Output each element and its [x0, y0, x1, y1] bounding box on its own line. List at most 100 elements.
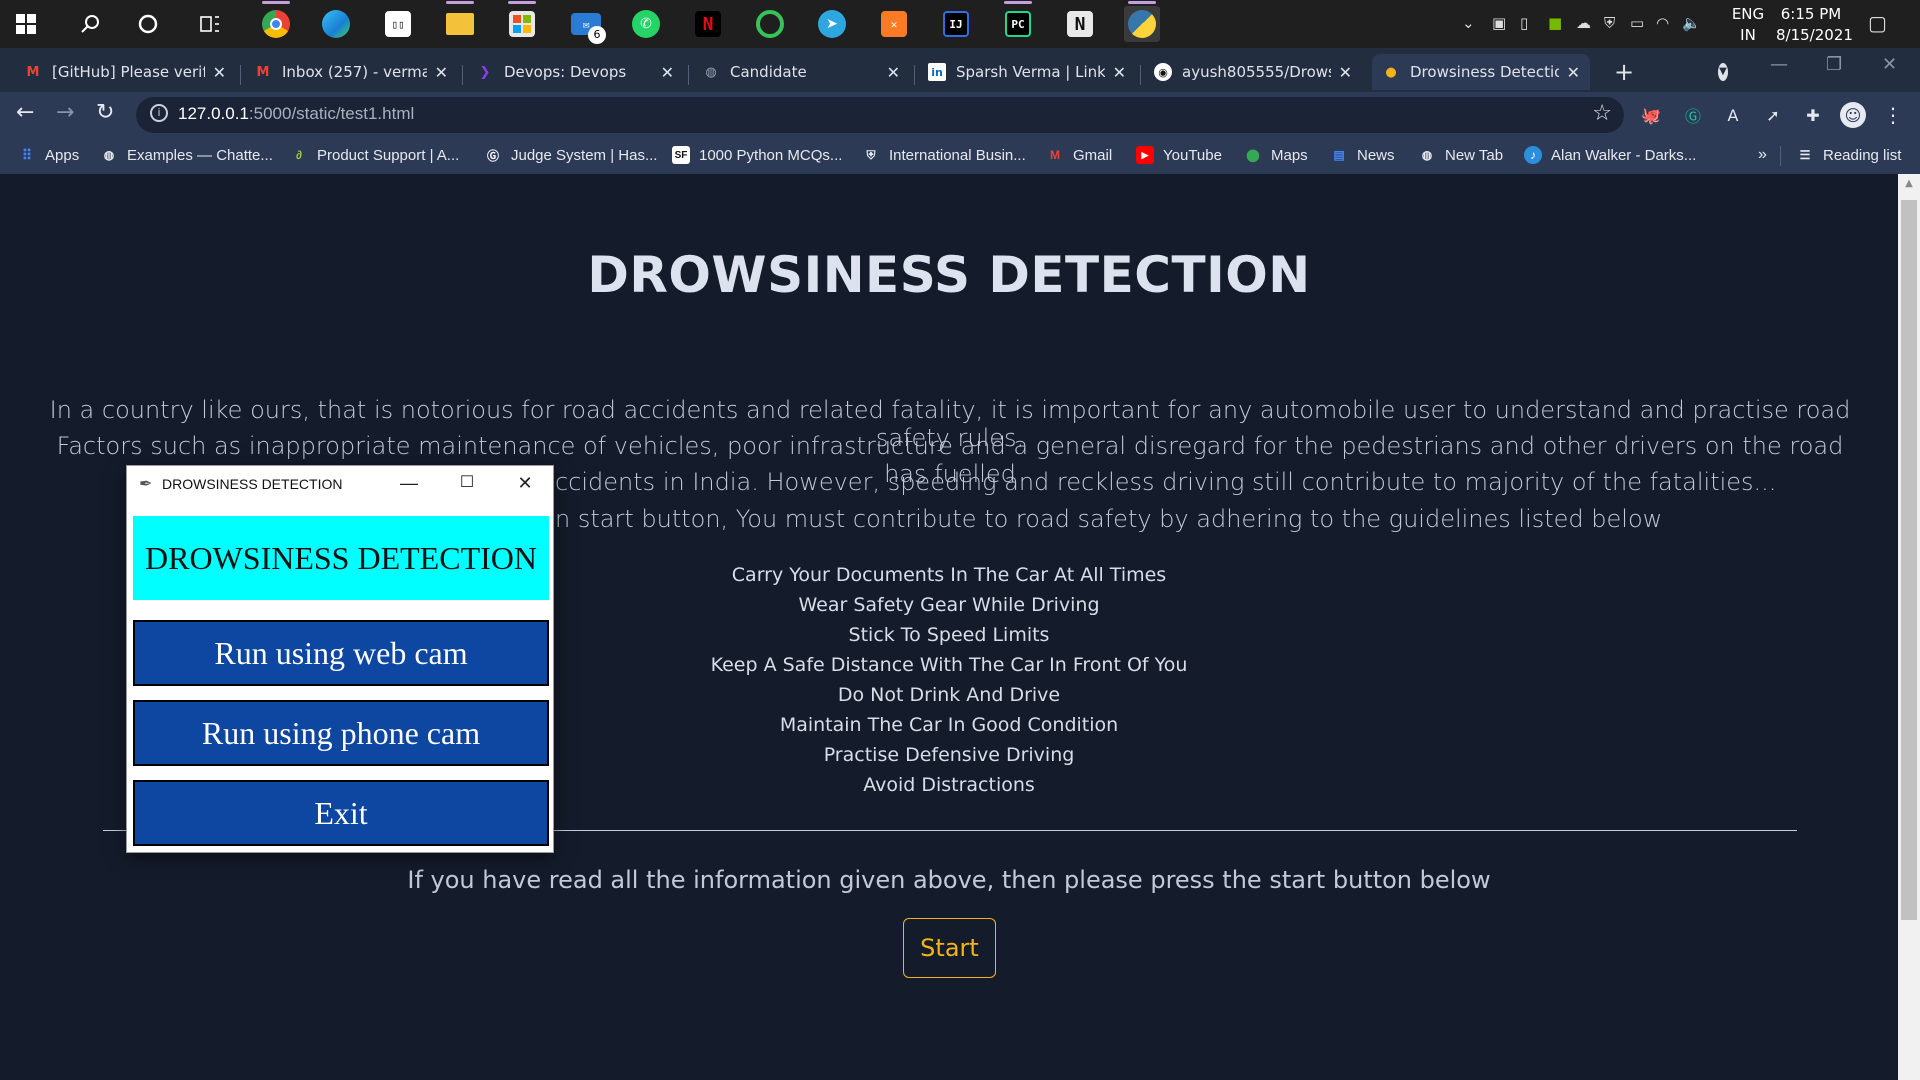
- reload-icon[interactable]: ↻: [96, 100, 114, 125]
- window-titlebar[interactable]: ✒ DROWSINESS DETECTION — ☐ ✕: [127, 466, 553, 502]
- clock[interactable]: 6:15 PM 8/15/2021: [1776, 4, 1853, 46]
- back-icon[interactable]: ←: [16, 100, 34, 125]
- bookmark-new-tab[interactable]: ◍ New Tab: [1418, 146, 1503, 164]
- bookmark-gmail[interactable]: M Gmail: [1046, 146, 1112, 164]
- bookmark-product-support[interactable]: ∂ Product Support | A...: [290, 146, 459, 164]
- bookmark-alan-walker[interactable]: ♪ Alan Walker - Darks...: [1524, 146, 1696, 164]
- close-icon[interactable]: ✕: [1113, 63, 1126, 82]
- intellij-icon[interactable]: IJ: [938, 6, 974, 42]
- bookmark-news[interactable]: ▤ News: [1330, 146, 1395, 164]
- tab-candidate[interactable]: ◍ Candidate ✕: [692, 54, 910, 90]
- cursor-extension-icon[interactable]: ➚: [1760, 102, 1786, 128]
- chevron-up-icon[interactable]: ⌄: [1462, 14, 1475, 32]
- tab-github-repo[interactable]: ◉ ayush805555/Drowsin ✕: [1144, 54, 1362, 90]
- bookmark-label: Maps: [1271, 146, 1308, 164]
- run-web-cam-button[interactable]: Run using web cam: [133, 620, 549, 686]
- windows-start-icon[interactable]: [8, 6, 44, 42]
- notion-icon[interactable]: N: [1062, 6, 1098, 42]
- chrome-icon[interactable]: [258, 1, 294, 42]
- meet-icon[interactable]: ▣: [1492, 14, 1506, 32]
- close-window-icon[interactable]: ✕: [1882, 54, 1897, 75]
- wifi-icon[interactable]: ◠: [1656, 14, 1669, 32]
- run-phone-cam-button[interactable]: Run using phone cam: [133, 700, 549, 766]
- tab-drowsiness-detection[interactable]: ● Drowsiness Detection ✕: [1372, 54, 1590, 90]
- bookmark-python-mcqs[interactable]: SF 1000 Python MCQs...: [672, 146, 842, 164]
- restore-icon[interactable]: ❐: [1826, 54, 1842, 75]
- shield-icon: ⛨: [866, 147, 876, 162]
- maximize-icon[interactable]: ☐: [447, 470, 487, 496]
- bookmark-youtube[interactable]: ▶ YouTube: [1136, 146, 1222, 164]
- file-explorer-icon[interactable]: [442, 1, 478, 42]
- bookmark-judge-system[interactable]: Ⓖ Judge System | Has...: [484, 146, 657, 164]
- battery-icon[interactable]: ▭: [1630, 14, 1644, 32]
- grammarly-icon[interactable]: Ⓖ: [1680, 102, 1706, 128]
- clock-date: 8/15/2021: [1776, 26, 1853, 44]
- bookmark-star-icon[interactable]: ☆: [1592, 101, 1612, 126]
- nvidia-icon[interactable]: ■: [1548, 14, 1562, 32]
- store-icon[interactable]: [504, 1, 540, 42]
- security-icon[interactable]: ⛨: [1604, 14, 1615, 32]
- start-button[interactable]: Start: [903, 918, 996, 978]
- reading-list-button[interactable]: ☰ Reading list: [1796, 146, 1902, 164]
- extension-a-icon[interactable]: A: [1720, 102, 1746, 128]
- window-heading: DROWSINESS DETECTION: [133, 516, 549, 600]
- tab-devops[interactable]: ❯ Devops: Devops ✕: [466, 54, 684, 90]
- bookmarks-divider: [1780, 146, 1781, 166]
- task-view-icon[interactable]: [192, 6, 228, 42]
- address-bar[interactable]: i 127.0.0.1:5000/static/test1.html ☆: [136, 97, 1624, 133]
- page-title: DROWSINESS DETECTION: [587, 246, 1311, 304]
- tab-inbox[interactable]: M Inbox (257) - vermasp ✕: [244, 54, 458, 90]
- close-icon[interactable]: ✕: [661, 63, 674, 82]
- notifications-icon[interactable]: ▢: [1868, 11, 1887, 35]
- language-indicator[interactable]: ENG IN: [1730, 4, 1766, 46]
- minimize-icon[interactable]: —: [389, 470, 429, 496]
- bookmark-label: News: [1357, 146, 1395, 164]
- extensions-puzzle-icon[interactable]: ✚: [1800, 102, 1826, 128]
- extension-octopus-icon[interactable]: 🐙: [1638, 102, 1664, 128]
- search-icon[interactable]: [72, 6, 108, 42]
- scroll-up-icon[interactable]: ▲: [1898, 178, 1920, 189]
- close-icon[interactable]: ✕: [505, 470, 545, 496]
- close-icon[interactable]: ✕: [887, 63, 900, 82]
- tab-github-verify[interactable]: M [GitHub] Please verify ✕: [14, 54, 236, 90]
- site-info-icon[interactable]: i: [150, 104, 168, 122]
- volume-icon[interactable]: 🔈: [1682, 14, 1701, 32]
- menu-icon[interactable]: ⋮: [1880, 102, 1906, 128]
- close-icon[interactable]: ✕: [435, 63, 448, 82]
- netflix-icon[interactable]: N: [690, 6, 726, 42]
- cortana-icon[interactable]: [130, 6, 166, 42]
- edge-icon[interactable]: [318, 6, 354, 42]
- bookmark-examples[interactable]: ◍ Examples — Chatte...: [100, 146, 273, 164]
- bookmark-apps[interactable]: ⠿ Apps: [18, 146, 79, 164]
- whatsapp-icon[interactable]: ✆: [628, 6, 664, 42]
- telegram-icon[interactable]: ➤: [814, 6, 850, 42]
- bookmark-maps[interactable]: ⬤ Maps: [1244, 146, 1308, 164]
- bookmarks-overflow[interactable]: »: [1758, 146, 1767, 164]
- avatar[interactable]: ☺: [1840, 102, 1866, 128]
- new-tab-button[interactable]: +: [1606, 54, 1642, 90]
- onedrive-icon[interactable]: ☁: [1576, 14, 1591, 32]
- exit-button[interactable]: Exit: [133, 780, 549, 846]
- page-scrollbar[interactable]: ▲: [1898, 174, 1920, 1080]
- scrollbar-thumb[interactable]: [1901, 200, 1917, 920]
- reader-icon[interactable]: ▯▯: [380, 6, 416, 42]
- close-icon[interactable]: ✕: [1567, 63, 1580, 82]
- page-icon: ●: [1385, 64, 1397, 80]
- close-icon[interactable]: ✕: [1339, 63, 1352, 82]
- pycharm-icon[interactable]: PC: [1000, 1, 1036, 42]
- reader-tray-icon[interactable]: ▯: [1520, 14, 1528, 32]
- sync-icon[interactable]: [752, 6, 788, 42]
- close-icon[interactable]: ✕: [213, 63, 226, 82]
- tab-linkedin[interactable]: in Sparsh Verma | Linked ✕: [918, 54, 1136, 90]
- bookmark-international-business[interactable]: ⛨ International Busin...: [862, 146, 1025, 164]
- mail-icon[interactable]: ✉ 6: [568, 6, 606, 44]
- forward-icon[interactable]: →: [56, 100, 74, 125]
- xampp-icon[interactable]: ✕: [876, 6, 912, 42]
- minimize-icon[interactable]: —: [1770, 54, 1788, 75]
- globe-icon: ◍: [103, 148, 115, 162]
- python-icon[interactable]: [1124, 1, 1160, 42]
- music-icon: ♪: [1524, 146, 1542, 164]
- tab-search-icon[interactable]: ▼: [1708, 54, 1738, 90]
- devops-icon: ❯: [479, 64, 491, 80]
- url-text: 127.0.0.1:5000/static/test1.html: [178, 104, 414, 124]
